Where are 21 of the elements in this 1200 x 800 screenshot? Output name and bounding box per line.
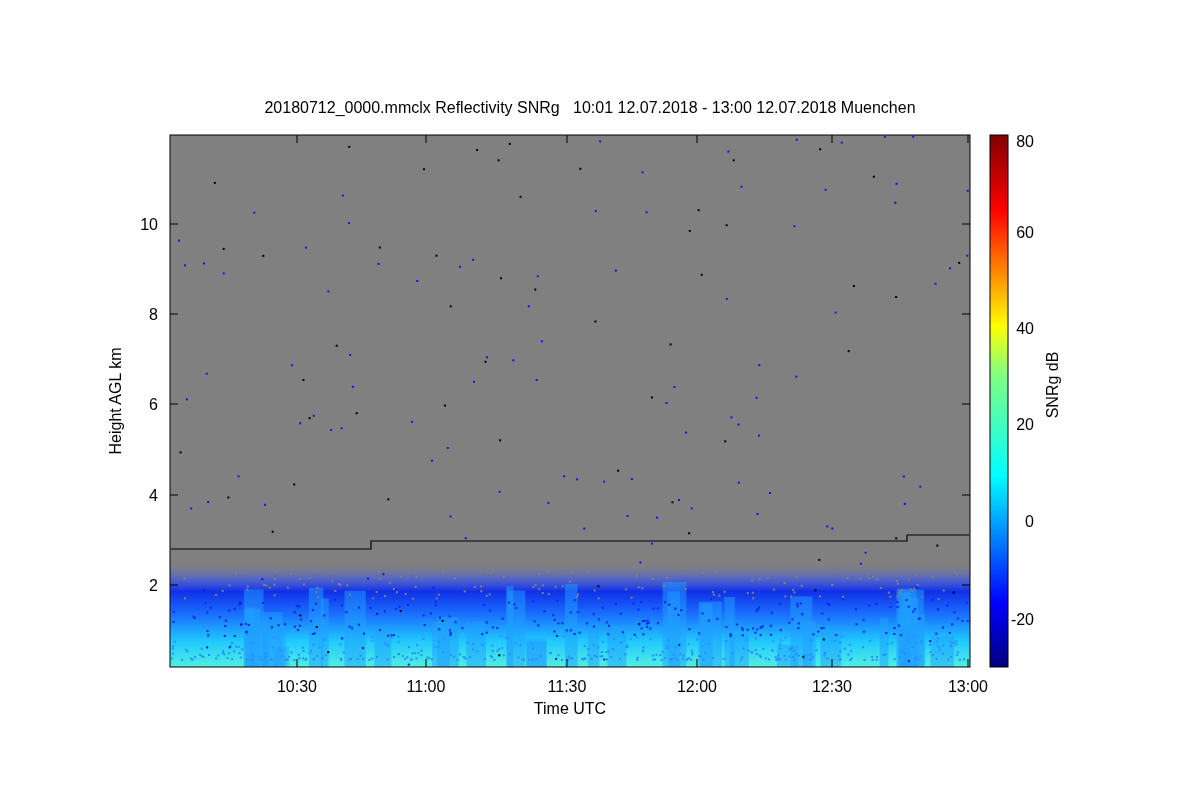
- x-tick-label: 12:30: [812, 678, 852, 695]
- colorbar-tick-label: 60: [1016, 224, 1034, 241]
- colorbar-tick-label: 0: [1025, 513, 1034, 530]
- x-tick-label: 12:00: [677, 678, 717, 695]
- y-tick-label: 4: [149, 487, 158, 504]
- colorbar-tick-label: -20: [1010, 611, 1034, 628]
- x-tick-label: 13:00: [948, 678, 988, 695]
- colorbar-tick-label: 80: [1016, 133, 1034, 150]
- colorbar-tick-label: 40: [1016, 320, 1034, 337]
- y-tick-label: 2: [149, 577, 158, 594]
- y-tick-label: 10: [140, 216, 158, 233]
- x-tick-label: 11:00: [406, 678, 446, 695]
- colorbar-label: SNRg dB: [1044, 351, 1061, 419]
- x-tick-label: 11:30: [547, 678, 587, 695]
- chart-title: 20180712_0000.mmclx Reflectivity SNRg 10:01 12.07.2018 - 13:00 12.07.2018 Muenchen: [264, 99, 916, 116]
- x-axis-label: Time UTC: [533, 700, 607, 717]
- y-axis-label: Height AGL km: [107, 347, 124, 455]
- y-tick-label: 6: [149, 396, 158, 413]
- x-tick-label: 10:30: [277, 678, 317, 695]
- colorbar-tick-label: 20: [1016, 416, 1034, 433]
- y-tick-label: 8: [149, 306, 158, 323]
